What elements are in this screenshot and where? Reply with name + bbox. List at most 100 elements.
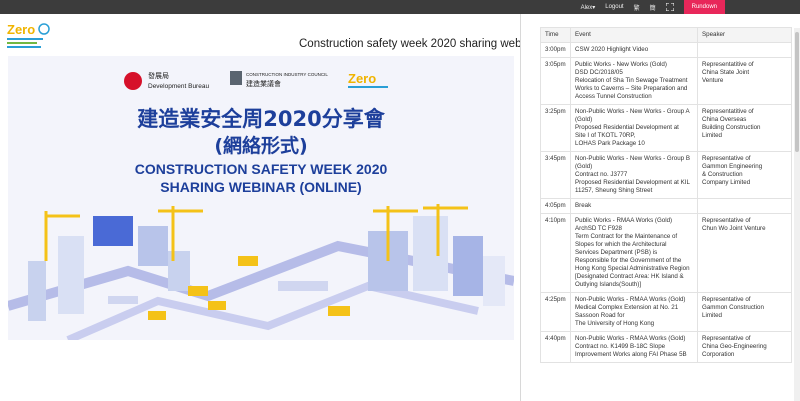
- row-event: Public Works - RMAA Works (Gold) ArchSD T…: [570, 213, 698, 293]
- main-panel: Zero Construction safety week 2020 shari…: [0, 14, 541, 401]
- speaker-line: Gammon Engineering: [702, 163, 763, 170]
- event-line: Improvement Works along FAI Phase 5B: [575, 351, 687, 358]
- row-speaker: Representatitive of China Overseas Buildin…: [697, 104, 792, 152]
- speaker-line: Representative of: [702, 296, 751, 303]
- cic-logo-icon: [230, 71, 242, 85]
- table-header-row: Time Event Speaker: [540, 27, 792, 43]
- table-row: 3:45pm Non-Public Works - New Works - Gro…: [540, 151, 792, 199]
- event-line: Public Works - New Works (Gold): [575, 61, 667, 68]
- table-row: 4:25pm Non-Public Works - RMAA Works (Gol…: [540, 292, 792, 332]
- speaker-line: Limited: [702, 312, 722, 319]
- table-row: 4:10pm Public Works - RMAA Works (Gold) Ar…: [540, 213, 792, 293]
- lang-traditional-button[interactable]: 繁: [634, 3, 640, 12]
- event-line: LOHAS Park Package 10: [575, 140, 645, 147]
- svg-text:Zero: Zero: [7, 22, 35, 37]
- speaker-line: Representative of: [702, 155, 751, 162]
- table-row: 4:05pm Break: [540, 198, 792, 214]
- row-speaker: Representative of Chun Wo Joint Venture: [697, 213, 792, 293]
- speaker-line: Limited: [702, 132, 722, 139]
- poster-title-cn: 建造業安全周2020分享會: [137, 107, 385, 131]
- row-event: Non-Public Works - New Works - Group A (G…: [570, 104, 698, 152]
- event-line: Responsible for the Government of the: [575, 257, 682, 264]
- speaker-line: Representatitive of: [702, 108, 754, 115]
- fullscreen-icon[interactable]: [665, 2, 675, 12]
- event-line: Site I of TKOTL 70RP,: [575, 132, 636, 139]
- event-line: Public Works - RMAA Works (Gold): [575, 217, 673, 224]
- row-time: 3:25pm: [540, 104, 571, 152]
- event-line: Relocation of Sha Tin Sewage Treatment: [575, 77, 688, 84]
- speaker-line: Chun Wo Joint Venture: [702, 225, 766, 232]
- org1-cn: 發展局: [148, 71, 169, 80]
- zero-logo: Zero: [6, 20, 54, 54]
- speaker-line: Venture: [702, 77, 724, 84]
- event-line: CSW 2020 Highlight Video: [575, 46, 649, 53]
- row-time: 4:40pm: [540, 331, 571, 363]
- row-event: Non-Public Works - RMAA Works (Gold) Cont…: [570, 331, 698, 363]
- row-speaker: Representatitive of China State Joint Vent…: [697, 57, 792, 105]
- event-line: (Gold): [575, 163, 593, 170]
- header-event: Event: [570, 27, 698, 43]
- event-line: Non-Public Works - RMAA Works (Gold): [575, 296, 686, 303]
- row-time: 3:05pm: [540, 57, 571, 105]
- logout-link[interactable]: Logout: [605, 4, 623, 10]
- speaker-line: Company Limited: [702, 179, 751, 186]
- speaker-line: China State Joint: [702, 69, 750, 76]
- row-speaker: [697, 198, 792, 214]
- header-time: Time: [540, 27, 571, 43]
- event-line: Works to Caverns – Site Preparation and: [575, 85, 688, 92]
- rundown-panel: Time Event Speaker 3:00pm CSW 2020 Highli…: [521, 14, 800, 401]
- event-line: Contract no. J3777: [575, 171, 628, 178]
- speaker-line: Representative of: [702, 335, 751, 342]
- speaker-line: & Construction: [702, 171, 743, 178]
- event-line: Break: [575, 202, 592, 209]
- row-time: 3:00pm: [540, 42, 571, 58]
- speaker-line: Representative of: [702, 217, 751, 224]
- speaker-line: China Geo-Engineering: [702, 343, 767, 350]
- row-event: Public Works - New Works (Gold) DSD DC/20…: [570, 57, 698, 105]
- hk-emblem-icon: [124, 72, 142, 90]
- row-speaker: [697, 42, 792, 58]
- rundown-table: Time Event Speaker 3:00pm CSW 2020 Highli…: [540, 27, 792, 363]
- scrollbar-thumb[interactable]: [795, 32, 799, 152]
- table-row: 4:40pm Non-Public Works - RMAA Works (Gol…: [540, 331, 792, 363]
- org2-cn: 建造業議會: [246, 79, 281, 88]
- row-event: Non-Public Works - RMAA Works (Gold) Medi…: [570, 292, 698, 332]
- page-title: Construction safety week 2020 sharing we…: [299, 38, 541, 50]
- row-speaker: Representative of Gammon Construction Limi…: [697, 292, 792, 332]
- event-line: Medical Complex Extension at No. 21: [575, 304, 679, 311]
- row-time: 4:05pm: [540, 198, 571, 214]
- lang-simplified-button[interactable]: 簡: [650, 3, 656, 12]
- event-line: Proposed Residential Development at KIL: [575, 179, 690, 186]
- event-line: The University of Hong Kong: [575, 320, 655, 327]
- poster-zero-logo: Zero: [348, 71, 376, 86]
- speaker-line: China Overseas: [702, 116, 747, 123]
- event-line: Slopes for which the Architectural: [575, 241, 667, 248]
- event-line: [Designated Contract Area: HK Island &: [575, 273, 684, 280]
- org2-en: CONSTRUCTION INDUSTRY COUNCIL: [246, 72, 328, 77]
- event-line: Sassoon Road for: [575, 312, 625, 319]
- event-line: ArchSD TC F928: [575, 225, 622, 232]
- row-time: 4:10pm: [540, 213, 571, 293]
- event-line: Outlying Islands(South)]: [575, 281, 642, 288]
- event-line: Non-Public Works - New Works - Group B: [575, 155, 690, 162]
- event-line: Access Tunnel Construction: [575, 93, 652, 100]
- table-row: 3:00pm CSW 2020 Highlight Video: [540, 42, 792, 58]
- row-time: 3:45pm: [540, 151, 571, 199]
- webinar-poster: 發展局 Development Bureau CONSTRUCTION INDU…: [8, 56, 514, 340]
- poster-title-en: CONSTRUCTION SAFETY WEEK 2020: [135, 161, 388, 177]
- row-event: Non-Public Works - New Works - Group B (G…: [570, 151, 698, 199]
- rundown-button[interactable]: Rundown: [683, 0, 725, 14]
- event-line: Proposed Residential Development at: [575, 124, 679, 131]
- speaker-line: Corporation: [702, 351, 735, 358]
- event-line: Contract no. K1499 B-18C Slope: [575, 343, 666, 350]
- table-row: 3:25pm Non-Public Works - New Works - Gro…: [540, 104, 792, 152]
- speaker-line: Building Construction: [702, 124, 761, 131]
- user-menu[interactable]: Alex▾: [581, 4, 596, 11]
- poster-subtitle-cn: (網絡形式): [214, 134, 307, 157]
- row-speaker: Representative of Gammon Engineering & Con…: [697, 151, 792, 199]
- event-line: Services Department (PSB) is: [575, 249, 658, 256]
- event-line: 11257, Sheung Shing Street: [575, 187, 653, 194]
- row-event: Break: [570, 198, 698, 214]
- row-time: 4:25pm: [540, 292, 571, 332]
- scrollbar[interactable]: [794, 28, 800, 401]
